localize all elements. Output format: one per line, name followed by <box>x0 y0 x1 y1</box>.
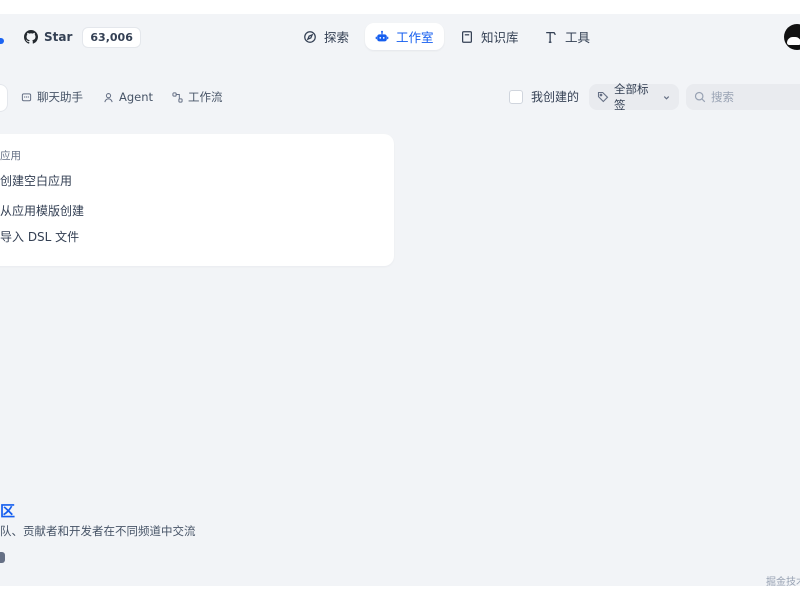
nav-knowledge[interactable]: 知识库 <box>450 23 529 50</box>
tab-chat-assistant[interactable]: 聊天助手 <box>21 84 83 110</box>
community-title[interactable]: 区 <box>0 500 15 521</box>
tab-agent[interactable]: Agent <box>103 84 153 110</box>
create-app-title: 应用 <box>0 150 21 162</box>
compass-icon <box>303 30 317 44</box>
robot-icon <box>375 30 389 44</box>
watermark: 掘金技术 <box>766 577 800 588</box>
nav-studio[interactable]: 工作室 <box>365 23 444 50</box>
search-icon <box>694 91 706 103</box>
hammer-icon <box>544 30 558 44</box>
create-from-template-option[interactable]: 从应用模版创建 <box>0 202 84 219</box>
tag-select[interactable]: 全部标签 <box>589 82 679 112</box>
import-dsl-option[interactable]: 导入 DSL 文件 <box>0 228 79 245</box>
nav-knowledge-label: 知识库 <box>481 30 519 45</box>
community-description: 队、贡献者和开发者在不同频道中交流 <box>0 524 196 538</box>
tag-icon <box>597 91 609 103</box>
created-by-me-filter[interactable]: 我创建的 <box>509 88 579 105</box>
nav-explore[interactable]: 探索 <box>293 23 359 50</box>
create-blank-app-option[interactable]: 创建空白应用 <box>0 172 72 189</box>
chat-bubble-icon <box>21 92 32 103</box>
discord-icon[interactable] <box>0 552 5 563</box>
search-input[interactable] <box>711 90 800 104</box>
chevron-down-icon <box>662 93 671 102</box>
nav-studio-label: 工作室 <box>396 30 434 45</box>
created-by-me-label: 我创建的 <box>531 90 580 104</box>
nav-explore-label: 探索 <box>324 30 350 45</box>
tab-chat-assistant-label: 聊天助手 <box>37 90 83 104</box>
app-window: Star 63,006 探索 工作室 知识库 工具 聊天助手 Agent 工作流… <box>0 14 800 586</box>
tag-select-label: 全部标签 <box>614 82 649 112</box>
main-nav: 探索 工作室 知识库 工具 <box>0 23 800 51</box>
filter-bar: 聊天助手 Agent 工作流 我创建的 全部标签 <box>0 82 800 112</box>
tab-all[interactable] <box>0 84 8 112</box>
nav-tools-label: 工具 <box>565 30 591 45</box>
tab-agent-label: Agent <box>119 90 154 104</box>
workflow-icon <box>172 91 183 103</box>
tab-workflow-label: 工作流 <box>188 90 223 104</box>
created-by-me-checkbox[interactable] <box>509 89 523 104</box>
create-app-card: 应用 创建空白应用 从应用模版创建 导入 DSL 文件 <box>0 134 394 266</box>
book-icon <box>460 30 474 44</box>
agent-icon <box>103 92 114 103</box>
tab-workflow[interactable]: 工作流 <box>172 84 223 110</box>
top-bar: Star 63,006 探索 工作室 知识库 工具 <box>0 14 800 60</box>
search-box[interactable] <box>686 84 800 110</box>
nav-tools[interactable]: 工具 <box>534 23 600 50</box>
